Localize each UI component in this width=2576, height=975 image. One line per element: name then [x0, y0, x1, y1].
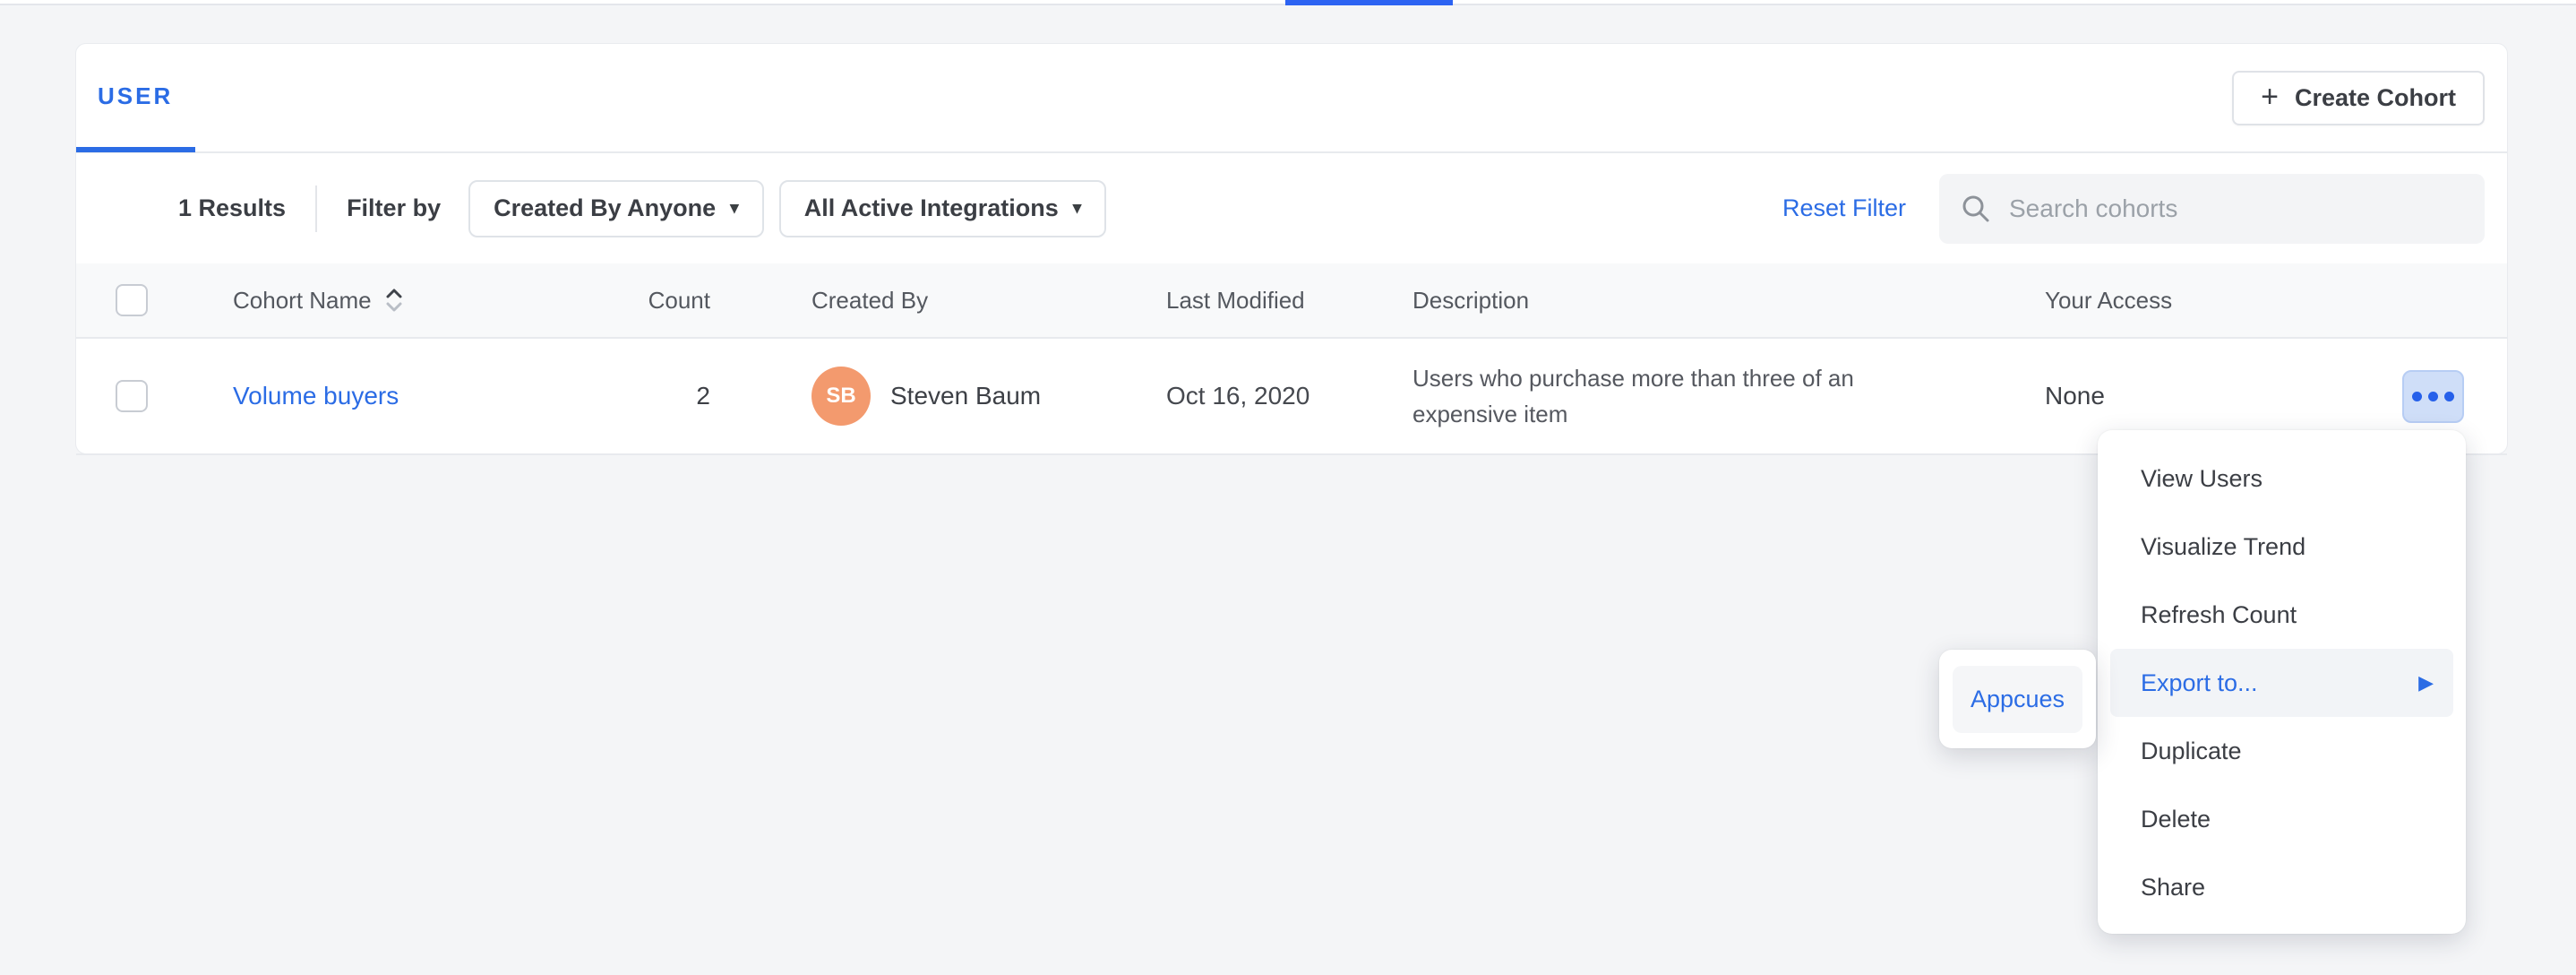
cohorts-panel: USER + Create Cohort 1 Results Filter by…: [75, 43, 2508, 454]
tab-row: USER + Create Cohort: [76, 44, 2507, 153]
menu-item-refresh-count[interactable]: Refresh Count: [2098, 581, 2466, 649]
row-actions-menu: View Users Visualize Trend Refresh Count…: [2098, 430, 2466, 934]
header-last-modified: Last Modified: [1166, 287, 1413, 315]
search-input[interactable]: [2007, 194, 2463, 224]
caret-down-icon: ▾: [1073, 200, 1082, 217]
submenu-item-appcues[interactable]: Appcues: [1953, 666, 2082, 733]
menu-item-duplicate[interactable]: Duplicate: [2098, 717, 2466, 785]
plus-icon: +: [2261, 82, 2279, 112]
top-nav-strip: [0, 0, 2576, 5]
cohort-name-link[interactable]: Volume buyers: [233, 382, 399, 410]
submenu-arrow-icon: ▶: [2418, 673, 2434, 693]
menu-item-export-to[interactable]: Export to... ▶: [2110, 649, 2453, 717]
cohort-count: 2: [461, 382, 710, 410]
menu-item-view-users[interactable]: View Users: [2098, 444, 2466, 513]
creator-name: Steven Baum: [890, 382, 1041, 410]
created-by-dropdown[interactable]: Created By Anyone ▾: [468, 180, 764, 237]
ellipsis-icon: [2412, 392, 2454, 401]
menu-item-share[interactable]: Share: [2098, 853, 2466, 921]
integrations-dropdown-label: All Active Integrations: [804, 194, 1059, 222]
vertical-divider: [315, 186, 317, 232]
filter-bar: 1 Results Filter by Created By Anyone ▾ …: [76, 153, 2507, 263]
header-created-by: Created By: [811, 287, 1166, 315]
create-cohort-button[interactable]: + Create Cohort: [2232, 71, 2485, 125]
created-by-dropdown-label: Created By Anyone: [494, 194, 716, 222]
sort-icon[interactable]: [384, 287, 404, 314]
select-all-checkbox[interactable]: [116, 284, 148, 316]
table-header-row: Cohort Name Count Created By Last Modifi…: [76, 263, 2507, 339]
tab-user-label: USER: [98, 82, 173, 110]
results-count: 1 Results: [178, 194, 286, 222]
row-actions-button[interactable]: [2402, 370, 2464, 423]
row-checkbox[interactable]: [116, 380, 148, 412]
search-cohorts-box[interactable]: [1939, 174, 2485, 244]
header-your-access: Your Access: [2045, 287, 2305, 315]
integrations-dropdown[interactable]: All Active Integrations ▾: [779, 180, 1107, 237]
menu-item-visualize-trend[interactable]: Visualize Trend: [2098, 513, 2466, 581]
access-value: None: [2045, 382, 2105, 410]
create-cohort-label: Create Cohort: [2295, 84, 2456, 112]
filter-by-label: Filter by: [347, 194, 441, 222]
header-cohort-name[interactable]: Cohort Name: [233, 287, 372, 315]
export-submenu: Appcues: [1939, 650, 2096, 748]
search-icon: [1961, 194, 1991, 224]
caret-down-icon: ▾: [730, 200, 739, 217]
menu-item-export-to-label: Export to...: [2141, 669, 2258, 697]
avatar: SB: [811, 367, 871, 426]
header-count: Count: [461, 287, 710, 315]
header-description: Description: [1413, 287, 2045, 315]
menu-item-delete[interactable]: Delete: [2098, 785, 2466, 853]
active-top-tab-indicator: [1285, 0, 1453, 5]
reset-filter-link[interactable]: Reset Filter: [1782, 194, 1906, 222]
cohort-description: Users who purchase more than three of an…: [1413, 360, 1914, 432]
tab-user[interactable]: USER: [76, 45, 195, 152]
last-modified-date: Oct 16, 2020: [1166, 382, 1309, 410]
